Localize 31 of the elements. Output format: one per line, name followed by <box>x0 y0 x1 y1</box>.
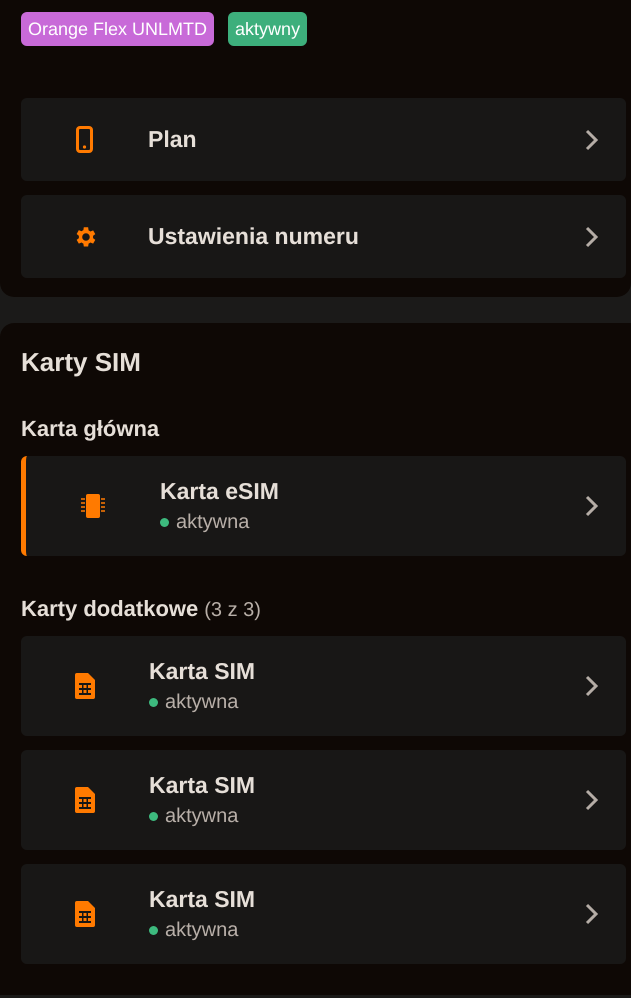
chevron-icon <box>585 495 599 517</box>
card-name: Karta SIM <box>149 772 256 799</box>
menu-card[interactable]: Plan <box>21 98 626 181</box>
card-status: aktywna <box>165 691 238 714</box>
sim-card[interactable]: Karta eSIM aktywna <box>21 456 626 556</box>
chevron-icon <box>585 675 599 697</box>
chevron-icon <box>585 128 599 150</box>
group-heading: Karta główna <box>21 416 160 442</box>
card-count: (3 z 3) <box>204 599 261 622</box>
sim-card[interactable]: Karta SIM aktywna <box>21 864 626 964</box>
card-status: aktywna <box>165 919 238 942</box>
status-badge: aktywny <box>228 12 308 46</box>
phone-icon <box>76 126 93 153</box>
sim-card[interactable]: Karta SIM aktywna <box>21 636 626 736</box>
chevron-icon <box>585 903 599 925</box>
section-title: Karty SIM <box>21 347 142 378</box>
card-name: Karta SIM <box>149 886 256 913</box>
sim-card-icon <box>75 673 95 699</box>
sim-card[interactable]: Karta SIM aktywna <box>21 750 626 850</box>
card-name: Karta eSIM <box>160 478 280 505</box>
group-heading: Karty dodatkowe <box>21 596 198 622</box>
sim-card-icon <box>75 901 95 927</box>
card-status: aktywna <box>165 805 238 828</box>
chip-icon <box>80 492 106 520</box>
chevron-icon <box>585 226 599 248</box>
card-name: Karta SIM <box>149 658 256 685</box>
menu-card[interactable]: Ustawienia numeru <box>21 195 626 278</box>
chevron-icon <box>585 789 599 811</box>
status-badge: Orange Flex UNLMTD <box>21 12 214 46</box>
sim-card-icon <box>75 787 95 813</box>
card-status: aktywna <box>176 511 250 534</box>
